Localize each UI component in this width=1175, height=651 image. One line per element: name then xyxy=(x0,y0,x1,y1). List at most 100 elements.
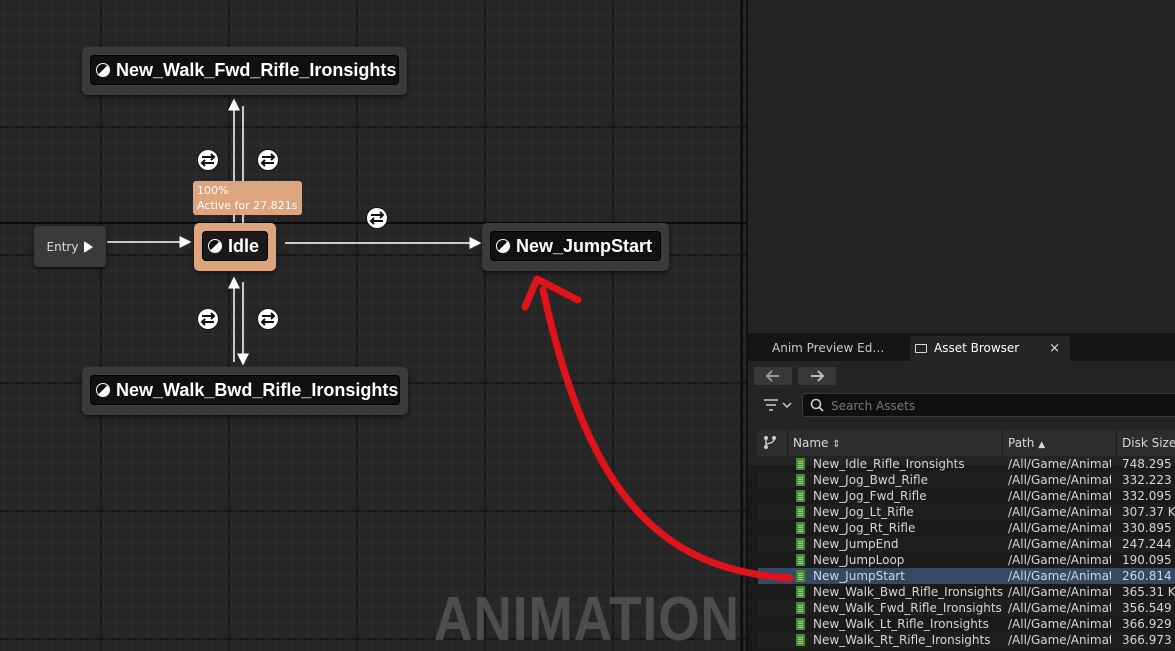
arrow-right-icon xyxy=(811,370,825,382)
tab-anim-preview-editor[interactable]: Anim Preview Ed… xyxy=(772,336,884,361)
entry-node[interactable]: Entry xyxy=(34,226,106,267)
search-icon xyxy=(810,398,824,412)
asset-row[interactable]: New_JumpEnd/All/Game/Animat 247.244 K xyxy=(758,536,1175,552)
filter-button[interactable] xyxy=(762,395,794,415)
asset-path: /All/Game/Animat xyxy=(1008,505,1111,519)
asset-name: New_JumpStart xyxy=(813,569,905,583)
anim-state-icon xyxy=(208,239,222,253)
transition-rule-icon[interactable] xyxy=(197,308,219,330)
anim-sequence-icon xyxy=(796,506,805,518)
exec-pin-icon[interactable] xyxy=(84,240,94,253)
state-label: New_Walk_Bwd_Rifle_Ironsights xyxy=(116,379,399,400)
preview-viewport xyxy=(746,0,1175,333)
forward-button[interactable] xyxy=(798,367,836,385)
anim-sequence-icon xyxy=(796,602,805,614)
sort-icon: ⇕ xyxy=(832,439,841,450)
asset-disk-size: 748.295 K xyxy=(1122,457,1175,471)
tab-asset-browser[interactable]: Asset Browser × xyxy=(910,336,1070,361)
tooltip-percent: 100% xyxy=(197,184,229,197)
folder-search-icon xyxy=(915,344,927,353)
anim-sequence-icon xyxy=(796,538,805,550)
anim-sequence-icon xyxy=(796,618,805,630)
anim-sequence-icon xyxy=(796,570,805,582)
column-header-path[interactable]: Path ▲ xyxy=(1002,430,1116,456)
asset-row[interactable]: New_Jog_Lt_Rifle/All/Game/Animat 307.37 K… xyxy=(758,504,1175,520)
anim-sequence-icon xyxy=(796,490,805,502)
asset-disk-size: 356.549 K xyxy=(1122,601,1175,615)
state-machine-graph[interactable]: ANIMATION Entry New_Walk_Fwd_Rifle_Irons… xyxy=(0,0,746,651)
asset-path: /All/Game/Animat xyxy=(1008,553,1111,567)
column-header-disk-size[interactable]: Disk Size xyxy=(1116,430,1175,456)
asset-path: /All/Game/Animat xyxy=(1008,617,1111,631)
asset-row[interactable]: New_JumpStart/All/Game/Animat 260.814 K xyxy=(758,568,1175,584)
anim-sequence-icon xyxy=(796,522,805,534)
asset-row[interactable]: New_Walk_Fwd_Rifle_Ironsights/All/Game/A… xyxy=(758,600,1175,616)
asset-row[interactable]: New_Jog_Bwd_Rifle/All/Game/Animat 332.223… xyxy=(758,472,1175,488)
asset-name: New_Jog_Lt_Rifle xyxy=(813,505,914,519)
arrow-left-icon xyxy=(765,370,779,382)
anim-state-icon xyxy=(96,383,110,397)
column-label: Name xyxy=(793,436,829,450)
asset-row[interactable]: New_Jog_Rt_Rifle/All/Game/Animat 330.895 … xyxy=(758,520,1175,536)
asset-disk-size: 247.244 K xyxy=(1122,537,1175,551)
filter-icon xyxy=(764,399,792,411)
asset-name: New_Walk_Rt_Rifle_Ironsights xyxy=(813,633,991,647)
asset-path: /All/Game/Animat xyxy=(1008,489,1111,503)
anim-state-icon xyxy=(496,239,510,253)
asset-disk-size: 190.095 K xyxy=(1122,553,1175,567)
back-button[interactable] xyxy=(754,367,792,385)
asset-row[interactable]: New_Idle_Rifle_Ironsights/All/Game/Anima… xyxy=(758,456,1175,472)
state-idle[interactable]: Idle xyxy=(194,223,276,271)
asset-list: New_Idle_Rifle_Ironsights/All/Game/Anima… xyxy=(758,456,1175,648)
asset-disk-size: 366.973 K xyxy=(1122,633,1175,647)
asset-disk-size: 332.095 K xyxy=(1122,489,1175,503)
column-header-name[interactable]: Name ⇕ xyxy=(787,430,1002,456)
asset-name: New_Walk_Fwd_Rifle_Ironsights xyxy=(813,601,1002,615)
anim-sequence-icon xyxy=(796,586,805,598)
anim-sequence-icon xyxy=(796,458,805,470)
asset-table-header: Name ⇕ Path ▲ Disk Size xyxy=(758,430,1175,456)
asset-row[interactable]: New_JumpLoop/All/Game/Animat 190.095 K xyxy=(758,552,1175,568)
asset-row[interactable]: New_Walk_Lt_Rifle_Ironsights/All/Game/An… xyxy=(758,616,1175,632)
asset-name: New_Jog_Bwd_Rifle xyxy=(813,473,928,487)
state-label: Idle xyxy=(228,235,260,256)
state-walk-fwd[interactable]: New_Walk_Fwd_Rifle_Ironsights xyxy=(82,47,407,95)
tab-label: Asset Browser xyxy=(934,341,1020,355)
transition-rule-icon[interactable] xyxy=(257,149,279,171)
state-walk-bwd[interactable]: New_Walk_Bwd_Rifle_Ironsights xyxy=(82,367,408,415)
state-jump-start[interactable]: New_JumpStart xyxy=(482,223,669,271)
asset-row[interactable]: New_Jog_Fwd_Rifle/All/Game/Animat 332.095… xyxy=(758,488,1175,504)
panel-tab-bar: Anim Preview Ed… Asset Browser × xyxy=(748,333,1175,361)
anim-sequence-icon xyxy=(796,634,805,646)
state-label: New_Walk_Fwd_Rifle_Ironsights xyxy=(116,59,397,80)
search-input[interactable] xyxy=(829,396,1173,416)
sort-ascending-icon: ▲ xyxy=(1038,440,1046,450)
tab-label: Anim Preview Ed… xyxy=(772,341,885,355)
transition-rule-icon[interactable] xyxy=(197,149,219,171)
asset-path: /All/Game/Animat xyxy=(1008,521,1111,535)
close-tab-icon[interactable]: × xyxy=(1049,336,1060,361)
asset-name: New_Idle_Rifle_Ironsights xyxy=(813,457,965,471)
asset-path: /All/Game/Animat xyxy=(1008,457,1111,471)
asset-disk-size: 330.895 K xyxy=(1122,521,1175,535)
asset-row[interactable]: New_Walk_Bwd_Rifle_Ironsights/All/Game/A… xyxy=(758,584,1175,600)
transition-arrows xyxy=(107,98,482,366)
asset-disk-size: 260.814 K xyxy=(1122,569,1175,583)
asset-disk-size: 366.929 K xyxy=(1122,617,1175,631)
transition-rule-icon[interactable] xyxy=(257,308,279,330)
asset-name: New_Walk_Lt_Rifle_Ironsights xyxy=(813,617,989,631)
transition-rule-icon[interactable] xyxy=(366,207,388,229)
asset-disk-size: 332.223 K xyxy=(1122,473,1175,487)
asset-name: New_JumpLoop xyxy=(813,553,905,567)
asset-path: /All/Game/Animat xyxy=(1008,473,1111,487)
entry-label: Entry xyxy=(46,239,79,254)
anim-sequence-icon xyxy=(796,554,805,566)
asset-row[interactable]: New_Walk_Rt_Rifle_Ironsights/All/Game/An… xyxy=(758,632,1175,648)
tooltip-active-text: Active for 27.821s xyxy=(197,199,298,212)
column-label: Path xyxy=(1008,436,1035,450)
asset-path: /All/Game/Animat xyxy=(1008,601,1111,615)
asset-path: /All/Game/Animat xyxy=(1008,633,1111,647)
asset-name: New_JumpEnd xyxy=(813,537,899,551)
source-tree-toggle[interactable] xyxy=(758,430,784,456)
state-label: New_JumpStart xyxy=(516,235,653,256)
